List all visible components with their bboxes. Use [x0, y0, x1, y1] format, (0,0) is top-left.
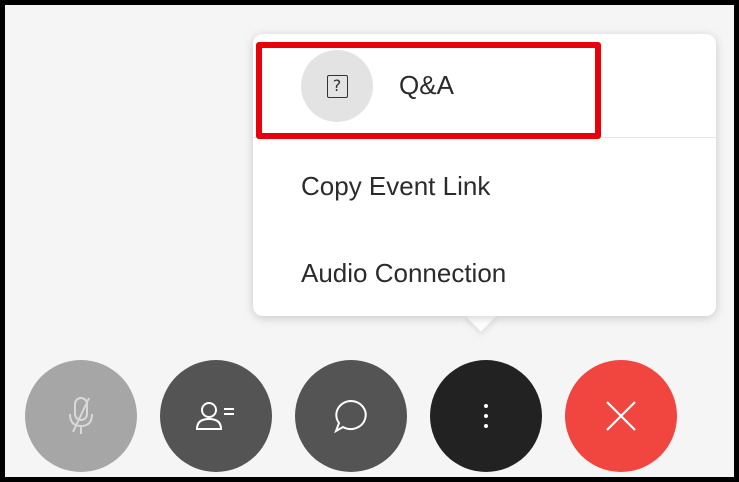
- menu-item-qa-label: Q&A: [399, 70, 454, 100]
- more-vertical-icon: [481, 401, 491, 431]
- question-glyph: ?: [332, 76, 342, 95]
- microphone-muted-icon: [61, 394, 101, 438]
- menu-item-copy-event-link-label: Copy Event Link: [301, 170, 491, 201]
- more-options-menu: ? Q&A Copy Event Link Audio Connection: [253, 34, 716, 316]
- more-options-button[interactable]: [430, 360, 542, 472]
- menu-item-audio-connection-label: Audio Connection: [301, 257, 507, 288]
- mute-button[interactable]: [25, 360, 137, 472]
- screenshot-frame: ? Q&A Copy Event Link Audio Connection: [0, 0, 739, 482]
- chat-bubble-icon: [331, 396, 371, 436]
- close-icon: [603, 398, 639, 434]
- menu-item-audio-connection[interactable]: Audio Connection: [253, 230, 716, 316]
- chat-button[interactable]: [295, 360, 407, 472]
- leave-button[interactable]: [565, 360, 677, 472]
- participants-list-icon: [194, 399, 238, 433]
- menu-item-qa[interactable]: ? Q&A: [253, 34, 716, 138]
- participants-button[interactable]: [160, 360, 272, 472]
- question-box-icon: ?: [326, 74, 348, 98]
- menu-item-copy-event-link[interactable]: Copy Event Link: [253, 142, 716, 230]
- qa-icon-container: ?: [301, 50, 373, 122]
